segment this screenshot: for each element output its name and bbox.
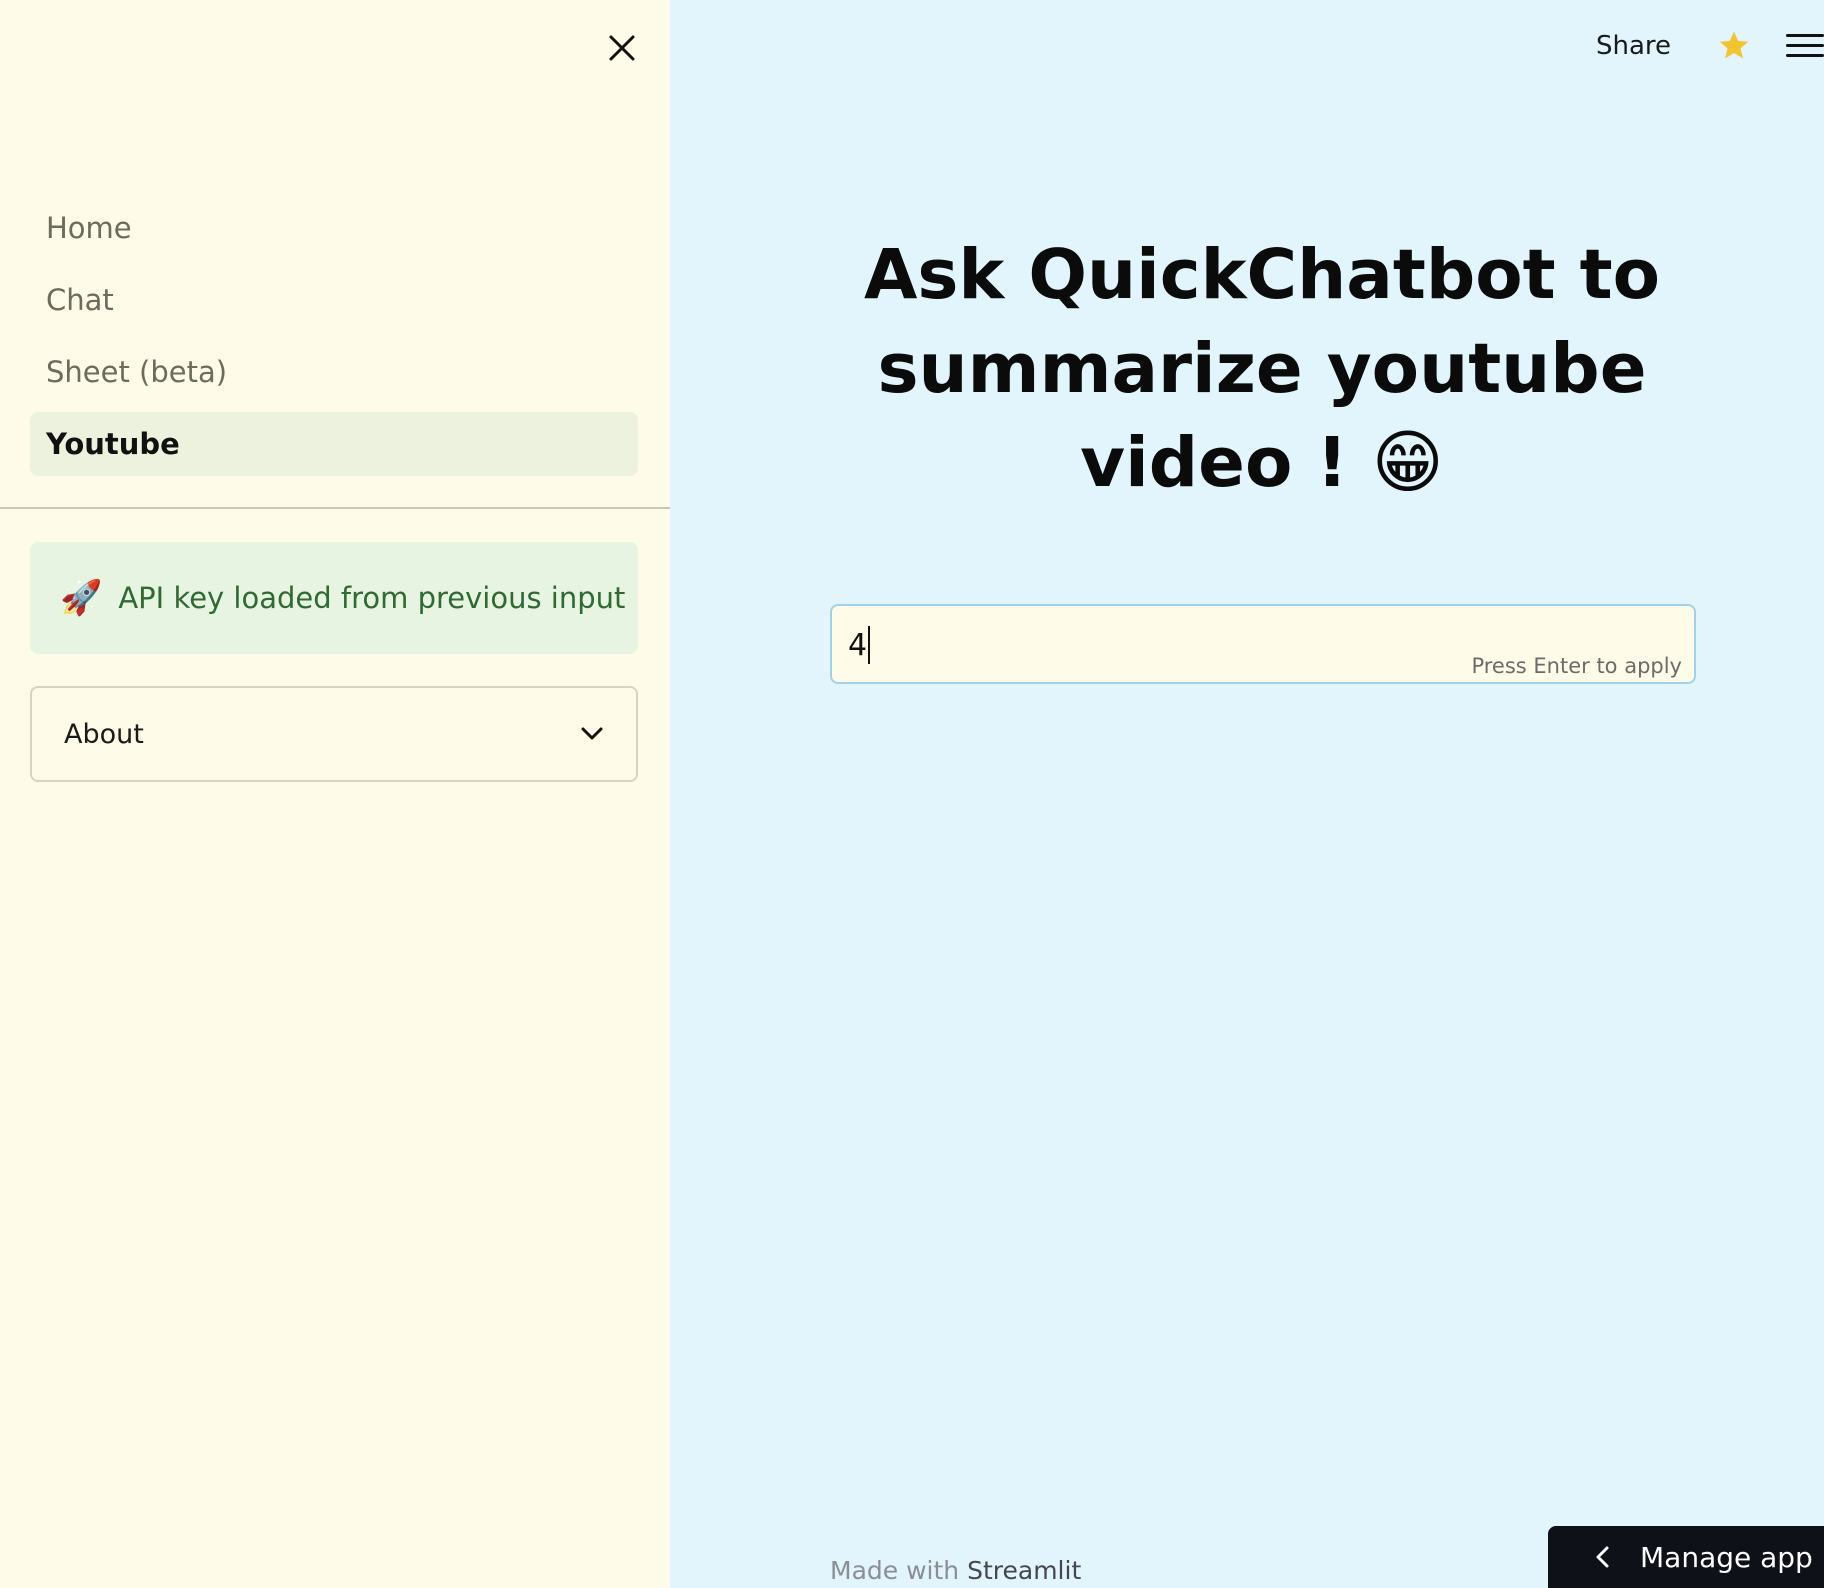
- sidebar-item-label: Sheet (beta): [46, 355, 228, 389]
- star-icon: [1719, 31, 1749, 59]
- main-menu-button[interactable]: [1784, 26, 1824, 66]
- footer: Made with Streamlit: [830, 1556, 1081, 1585]
- hamburger-menu-icon: [1786, 34, 1824, 57]
- share-button[interactable]: Share: [1596, 22, 1671, 70]
- footer-made-with: Made with: [830, 1556, 960, 1585]
- sidebar-item-home[interactable]: Home: [30, 196, 638, 260]
- sidebar: Home Chat Sheet (beta) Youtube 🚀 API key…: [0, 0, 670, 1588]
- about-expander[interactable]: About: [30, 686, 638, 782]
- sidebar-nav: Home Chat Sheet (beta) Youtube: [30, 196, 638, 484]
- sidebar-item-sheet[interactable]: Sheet (beta): [30, 340, 638, 404]
- sidebar-item-label: Chat: [46, 283, 114, 317]
- share-label: Share: [1596, 31, 1672, 61]
- text-caret: [868, 626, 871, 664]
- alert-text: API key loaded from previous input: [118, 581, 626, 615]
- footer-brand-link[interactable]: Streamlit: [967, 1556, 1081, 1585]
- sidebar-item-label: Youtube: [46, 427, 180, 461]
- sidebar-item-label: Home: [46, 211, 132, 245]
- manage-app-button[interactable]: Manage app: [1548, 1526, 1824, 1588]
- youtube-url-input[interactable]: 4 Press Enter to apply: [830, 604, 1696, 684]
- close-sidebar-button[interactable]: [600, 26, 644, 70]
- chevron-left-icon: [1594, 1545, 1610, 1569]
- expander-label: About: [64, 718, 144, 750]
- close-icon: [609, 35, 635, 61]
- manage-app-label: Manage app: [1640, 1540, 1813, 1574]
- chevron-down-icon: [581, 727, 603, 740]
- sidebar-divider: [0, 507, 670, 509]
- success-alert: 🚀 API key loaded from previous input: [30, 542, 638, 654]
- input-value-wrapper: 4: [848, 626, 871, 664]
- page-title: Ask QuickChatbot to summarize youtube vi…: [863, 235, 1661, 503]
- sidebar-item-chat[interactable]: Chat: [30, 268, 638, 332]
- input-hint: Press Enter to apply: [1471, 654, 1682, 678]
- star-button[interactable]: [1712, 24, 1756, 68]
- sidebar-item-youtube[interactable]: Youtube: [30, 412, 638, 476]
- input-value: 4: [848, 627, 868, 663]
- rocket-icon: 🚀: [60, 578, 103, 618]
